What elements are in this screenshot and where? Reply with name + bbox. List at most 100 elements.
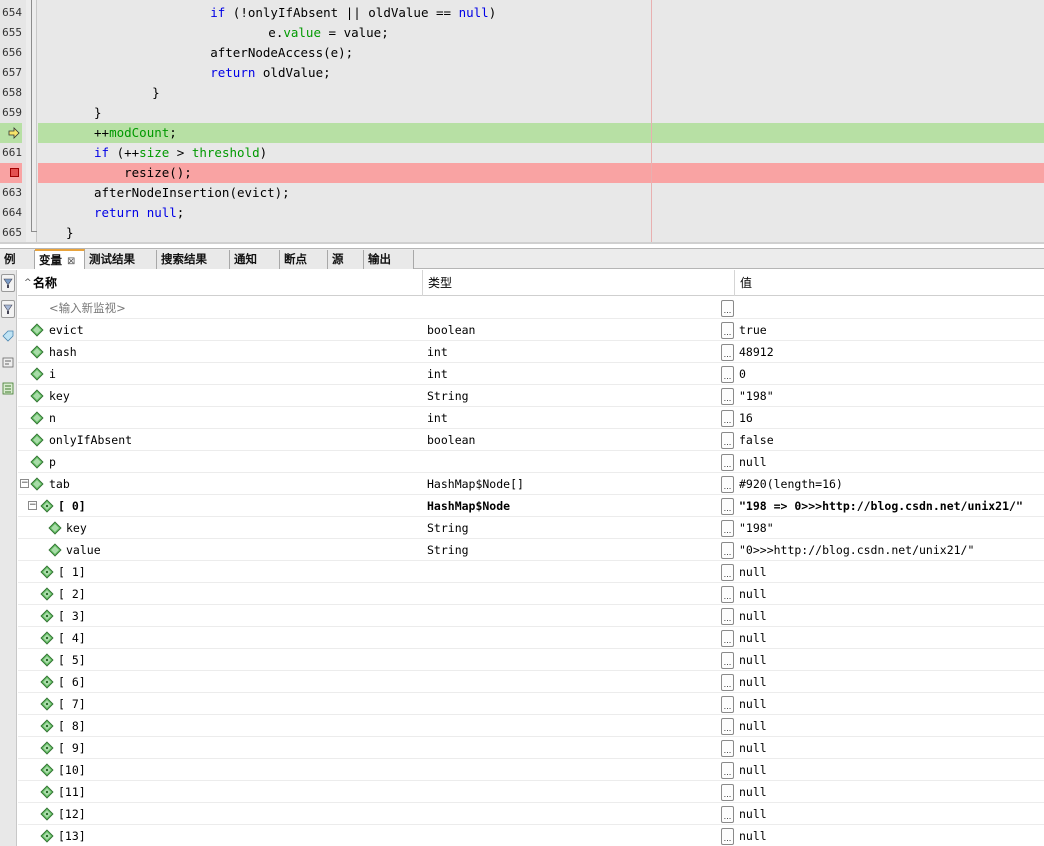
- tab-4[interactable]: 通知: [230, 250, 280, 269]
- variable-value[interactable]: null: [739, 605, 767, 627]
- variable-value[interactable]: 16: [739, 407, 753, 429]
- line-number-gutter[interactable]: 654 655 656 657 658 659 661 663 664 665: [0, 0, 26, 244]
- edit-value-button[interactable]: ...: [721, 828, 734, 845]
- line-number[interactable]: 657: [0, 63, 22, 83]
- edit-value-button[interactable]: ...: [721, 806, 734, 823]
- edit-value-button[interactable]: ...: [721, 696, 734, 713]
- variable-value[interactable]: "0>>>http://blog.csdn.net/unix21/": [739, 539, 974, 561]
- variable-value[interactable]: null: [739, 583, 767, 605]
- tag-button[interactable]: [1, 328, 15, 346]
- edit-value-button[interactable]: ...: [721, 432, 734, 449]
- variable-value[interactable]: null: [739, 737, 767, 759]
- variable-value[interactable]: null: [739, 561, 767, 583]
- edit-value-button[interactable]: ...: [721, 564, 734, 581]
- variable-value[interactable]: "198 => 0>>>http://blog.csdn.net/unix21/…: [739, 495, 1023, 517]
- variable-row[interactable]: value String... "0>>>http://blog.csdn.net/…: [18, 539, 1044, 561]
- variable-row[interactable]: [ 1]... null: [18, 561, 1044, 583]
- variable-row[interactable]: [ 4]... null: [18, 627, 1044, 649]
- variable-row[interactable]: [ 5]... null: [18, 649, 1044, 671]
- code-editor[interactable]: 654 655 656 657 658 659 661 663 664 665 if (!only…: [0, 0, 1044, 244]
- edit-watch-button[interactable]: [1, 354, 15, 372]
- code-line[interactable]: }: [38, 83, 1044, 103]
- variable-value[interactable]: null: [739, 803, 767, 825]
- edit-value-button[interactable]: ...: [721, 762, 734, 779]
- code-line[interactable]: afterNodeInsertion(evict);: [38, 183, 1044, 203]
- variable-row[interactable]: n int... 16: [18, 407, 1044, 429]
- edit-value-button[interactable]: ...: [721, 674, 734, 691]
- edit-value-button[interactable]: ...: [721, 740, 734, 757]
- line-number[interactable]: 654: [0, 3, 22, 23]
- variable-value[interactable]: 48912: [739, 341, 774, 363]
- breakpoint-code-line[interactable]: resize();: [38, 163, 1044, 183]
- line-number[interactable]: 661: [0, 143, 22, 163]
- collapse-toggle-icon[interactable]: −: [28, 501, 37, 510]
- current-code-line[interactable]: ++modCount;: [38, 123, 1044, 143]
- tab-0[interactable]: 例: [0, 250, 35, 269]
- tab-6[interactable]: 源: [328, 250, 364, 269]
- variable-row[interactable]: i int... 0: [18, 363, 1044, 385]
- edit-value-button[interactable]: ...: [721, 718, 734, 735]
- variable-value[interactable]: null: [739, 693, 767, 715]
- variable-row[interactable]: key String... "198": [18, 385, 1044, 407]
- edit-value-button[interactable]: ...: [721, 652, 734, 669]
- edit-value-button[interactable]: ...: [721, 476, 734, 493]
- variable-value[interactable]: null: [739, 715, 767, 737]
- column-header-name[interactable]: 名称: [33, 270, 57, 296]
- line-number[interactable]: 656: [0, 43, 22, 63]
- variable-value[interactable]: null: [739, 759, 767, 781]
- toggle-view-button[interactable]: [1, 380, 15, 398]
- variable-value[interactable]: true: [739, 319, 767, 341]
- tab-5[interactable]: 断点: [280, 250, 328, 269]
- tab-2[interactable]: 测试结果: [85, 250, 157, 269]
- code-line[interactable]: return null;: [38, 203, 1044, 223]
- edit-value-button[interactable]: ...: [721, 784, 734, 801]
- variable-row[interactable]: [10]... null: [18, 759, 1044, 781]
- variable-row[interactable]: − tab HashMap$Node[]... #920(length=16): [18, 473, 1044, 495]
- line-number[interactable]: [0, 123, 22, 143]
- column-header-value[interactable]: 值: [740, 270, 752, 296]
- variable-row[interactable]: [ 2]... null: [18, 583, 1044, 605]
- new-watch-placeholder[interactable]: <输入新监视>: [49, 297, 126, 319]
- column-divider[interactable]: [734, 270, 735, 296]
- watch-filter-button[interactable]: [1, 274, 15, 292]
- variable-row[interactable]: [ 8]... null: [18, 715, 1044, 737]
- edit-value-button[interactable]: ...: [721, 520, 734, 537]
- variable-value[interactable]: null: [739, 649, 767, 671]
- line-number[interactable]: 659: [0, 103, 22, 123]
- edit-value-button[interactable]: ...: [721, 454, 734, 471]
- variable-value[interactable]: null: [739, 451, 767, 473]
- edit-value-button[interactable]: ...: [721, 542, 734, 559]
- column-header-type[interactable]: 类型: [428, 270, 452, 296]
- variable-value[interactable]: #920(length=16): [739, 473, 843, 495]
- column-divider[interactable]: [422, 270, 423, 296]
- edit-value-button[interactable]: ...: [721, 498, 734, 515]
- variable-value[interactable]: "198": [739, 385, 774, 407]
- variable-row[interactable]: [13]... null: [18, 825, 1044, 846]
- tab-1[interactable]: 变量 ⊠: [35, 249, 85, 269]
- static-filter-button[interactable]: [1, 300, 15, 318]
- edit-value-button[interactable]: ...: [721, 608, 734, 625]
- code-line[interactable]: }: [38, 103, 1044, 123]
- line-number[interactable]: 664: [0, 203, 22, 223]
- code-line[interactable]: return oldValue;: [38, 63, 1044, 83]
- tab-7[interactable]: 输出: [364, 250, 414, 269]
- variable-row[interactable]: hash int... 48912: [18, 341, 1044, 363]
- variable-value[interactable]: "198": [739, 517, 774, 539]
- variable-value[interactable]: null: [739, 627, 767, 649]
- edit-value-button[interactable]: ...: [721, 630, 734, 647]
- new-watch-row[interactable]: <输入新监视> ...: [18, 297, 1044, 319]
- edit-value-button[interactable]: ...: [721, 586, 734, 603]
- variable-value[interactable]: 0: [739, 363, 746, 385]
- edit-value-button[interactable]: ...: [721, 322, 734, 339]
- code-line[interactable]: e.value = value;: [38, 23, 1044, 43]
- variable-row[interactable]: [11]... null: [18, 781, 1044, 803]
- close-tab-icon[interactable]: ⊠: [67, 256, 75, 267]
- line-number[interactable]: [0, 163, 22, 183]
- variable-value[interactable]: null: [739, 671, 767, 693]
- line-number[interactable]: 663: [0, 183, 22, 203]
- variable-row[interactable]: onlyIfAbsent boolean... false: [18, 429, 1044, 451]
- code-line[interactable]: afterNodeAccess(e);: [38, 43, 1044, 63]
- code-line[interactable]: if (!onlyIfAbsent || oldValue == null): [38, 3, 1044, 23]
- edit-value-button[interactable]: ...: [721, 388, 734, 405]
- line-number[interactable]: 655: [0, 23, 22, 43]
